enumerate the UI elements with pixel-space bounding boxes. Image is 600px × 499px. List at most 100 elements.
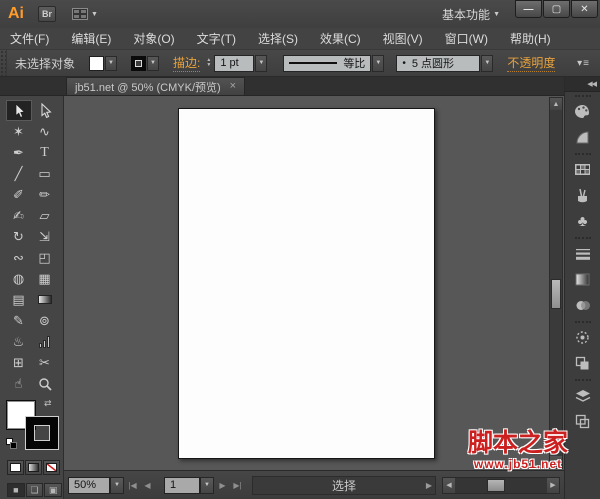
menu-select[interactable]: 选择(S) bbox=[258, 30, 298, 47]
menu-type[interactable]: 文字(T) bbox=[197, 30, 236, 47]
stroke-width-dropdown[interactable]: ▼ bbox=[255, 54, 268, 72]
control-panel-menu-icon[interactable]: ▾≡ bbox=[577, 58, 590, 69]
artboards-panel-button[interactable] bbox=[569, 409, 597, 434]
swatches-panel-button[interactable] bbox=[569, 157, 597, 182]
profile-dropdown[interactable]: ▼ bbox=[372, 54, 385, 72]
status-display[interactable]: 选择 ▶ bbox=[252, 475, 436, 495]
scroll-left-icon[interactable]: ◀ bbox=[443, 477, 455, 493]
zoom-level-field[interactable]: 50% bbox=[68, 476, 110, 494]
dock-group-grip[interactable] bbox=[574, 237, 591, 239]
horizontal-scrollbar[interactable]: ◀ ▶ bbox=[442, 476, 560, 494]
dock-group-grip[interactable] bbox=[574, 379, 591, 381]
width-profile-field[interactable]: 等比 bbox=[283, 54, 372, 72]
color-paint-button[interactable] bbox=[7, 460, 24, 475]
arrange-documents-button[interactable]: ▼ bbox=[72, 8, 98, 20]
horizontal-scroll-thumb[interactable] bbox=[487, 478, 505, 492]
magic-wand-tool[interactable]: ✶ bbox=[6, 121, 32, 142]
appearance-panel-button[interactable] bbox=[569, 325, 597, 350]
minimize-button[interactable]: — bbox=[515, 0, 542, 18]
eraser-tool[interactable]: ▱ bbox=[32, 205, 58, 226]
eyedropper-tool[interactable]: ✎ bbox=[6, 310, 32, 331]
stroke-width-stepper[interactable]: ▲ ▼ bbox=[206, 58, 211, 68]
stroke-width-field[interactable]: 1 pt bbox=[214, 54, 255, 72]
stroke-panel-link[interactable]: 描边: bbox=[173, 54, 201, 72]
vertical-scroll-thumb[interactable] bbox=[551, 279, 561, 309]
scroll-up-icon[interactable]: ▲ bbox=[550, 98, 562, 110]
zoom-tool[interactable] bbox=[32, 373, 58, 394]
rectangle-tool[interactable]: ▭ bbox=[32, 163, 58, 184]
pen-tool[interactable]: ✒ bbox=[6, 142, 32, 163]
close-button[interactable]: ✕ bbox=[571, 0, 598, 18]
brush-dropdown[interactable]: ▼ bbox=[481, 54, 494, 72]
symbol-sprayer-tool[interactable]: ♨ bbox=[6, 331, 32, 352]
gradient-panel-button[interactable] bbox=[569, 267, 597, 292]
slice-tool[interactable]: ✂ bbox=[32, 352, 58, 373]
artboard[interactable] bbox=[178, 108, 435, 459]
default-fill-stroke-icon[interactable] bbox=[6, 438, 18, 450]
line-segment-tool[interactable]: ╱ bbox=[6, 163, 32, 184]
symbols-panel-button[interactable]: ♣ bbox=[569, 209, 597, 234]
draw-inside-button[interactable]: ▣ bbox=[44, 483, 63, 497]
scroll-right-icon[interactable]: ▶ bbox=[547, 477, 559, 493]
stroke-color-swatch[interactable] bbox=[131, 55, 147, 71]
draw-normal-button[interactable]: ■ bbox=[7, 483, 25, 497]
stroke-dropdown-button[interactable]: ▼ bbox=[147, 55, 160, 71]
last-artboard-button[interactable]: ▶| bbox=[231, 478, 244, 493]
dock-group-grip[interactable] bbox=[574, 95, 591, 97]
status-menu-icon[interactable]: ▶ bbox=[426, 481, 432, 490]
zoom-dropdown-button[interactable]: ▼ bbox=[110, 476, 124, 494]
menu-window[interactable]: 窗口(W) bbox=[445, 30, 488, 47]
direct-selection-tool[interactable] bbox=[32, 100, 58, 121]
transparency-panel-button[interactable] bbox=[569, 293, 597, 318]
menu-file[interactable]: 文件(F) bbox=[10, 30, 49, 47]
document-tab[interactable]: jb51.net @ 50% (CMYK/预览) × bbox=[66, 77, 246, 95]
menu-help[interactable]: 帮助(H) bbox=[510, 30, 551, 47]
free-transform-tool[interactable]: ◰ bbox=[32, 247, 58, 268]
scale-tool[interactable]: ⇲ bbox=[32, 226, 58, 247]
fill-color-swatch[interactable] bbox=[89, 55, 105, 71]
draw-behind-button[interactable]: ❏ bbox=[25, 483, 44, 497]
expand-panels-button[interactable]: ◀◀ bbox=[565, 77, 600, 92]
none-paint-button[interactable] bbox=[43, 460, 60, 475]
shape-builder-tool[interactable]: ◍ bbox=[6, 268, 32, 289]
color-panel-button[interactable] bbox=[569, 99, 597, 124]
lasso-tool[interactable]: ∿ bbox=[32, 121, 58, 142]
perspective-grid-tool[interactable]: ▦ bbox=[32, 268, 58, 289]
gradient-paint-button[interactable] bbox=[25, 460, 42, 475]
brush-definition-field[interactable]: • 5 点圆形 bbox=[396, 54, 481, 72]
opacity-panel-link[interactable]: 不透明度 bbox=[507, 54, 556, 72]
blend-tool[interactable]: ⊚ bbox=[32, 310, 58, 331]
artboard-dropdown-button[interactable]: ▼ bbox=[200, 476, 214, 494]
maximize-button[interactable]: ▢ bbox=[543, 0, 570, 18]
swap-fill-stroke-icon[interactable]: ⇄ bbox=[44, 398, 52, 409]
canvas-area[interactable]: ▲ ▼ bbox=[64, 96, 564, 470]
column-graph-tool[interactable] bbox=[32, 331, 58, 352]
previous-artboard-button[interactable]: ◀ bbox=[141, 478, 154, 493]
hand-tool[interactable]: ☝ bbox=[6, 373, 32, 394]
artboard-tool[interactable]: ⊞ bbox=[6, 352, 32, 373]
menu-edit[interactable]: 编辑(E) bbox=[71, 30, 111, 47]
color-guide-panel-button[interactable] bbox=[569, 125, 597, 150]
panel-grip[interactable] bbox=[0, 50, 7, 76]
tab-close-icon[interactable]: × bbox=[230, 81, 236, 92]
stroke-panel-button[interactable] bbox=[569, 241, 597, 266]
rotate-tool[interactable]: ↻ bbox=[6, 226, 32, 247]
dock-group-grip[interactable] bbox=[574, 321, 591, 323]
vertical-scrollbar[interactable]: ▲ ▼ bbox=[549, 97, 563, 469]
first-artboard-button[interactable]: |◀ bbox=[126, 478, 139, 493]
pencil-tool[interactable]: ✏ bbox=[32, 184, 58, 205]
menu-object[interactable]: 对象(O) bbox=[133, 30, 174, 47]
layers-panel-button[interactable] bbox=[569, 383, 597, 408]
paintbrush-tool[interactable]: ✐ bbox=[6, 184, 32, 205]
artboard-number-field[interactable]: 1 bbox=[164, 476, 200, 494]
menu-effect[interactable]: 效果(C) bbox=[320, 30, 361, 47]
mesh-tool[interactable]: ▤ bbox=[6, 289, 32, 310]
type-tool[interactable]: T bbox=[32, 142, 58, 163]
selection-tool[interactable] bbox=[5, 100, 32, 121]
stroke-color-box[interactable] bbox=[26, 417, 58, 449]
bridge-button[interactable]: Br bbox=[38, 6, 56, 22]
gradient-tool[interactable] bbox=[32, 289, 58, 310]
graphic-styles-panel-button[interactable] bbox=[569, 351, 597, 376]
brushes-panel-button[interactable] bbox=[569, 183, 597, 208]
scroll-down-icon[interactable]: ▼ bbox=[550, 456, 562, 468]
